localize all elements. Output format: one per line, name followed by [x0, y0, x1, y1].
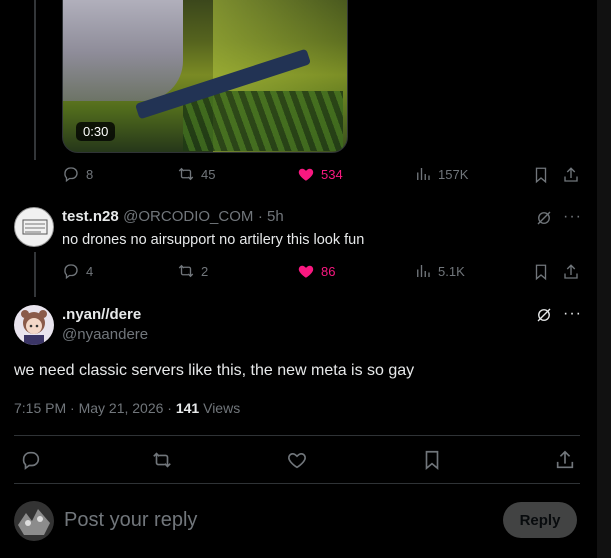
repost-action[interactable]: 45	[177, 165, 215, 183]
main-avatar-image	[21, 310, 47, 345]
reply-header: test.n28 @ORCODIO_COM · 5h	[62, 208, 284, 226]
more-icon[interactable]: ···	[563, 305, 582, 323]
reply-icon[interactable]	[20, 449, 42, 471]
repost-icon	[178, 264, 194, 278]
more-icon[interactable]: ···	[563, 208, 582, 226]
reply-action[interactable]: 4	[62, 262, 93, 280]
like-count: 86	[321, 263, 336, 279]
main-action-bar	[14, 448, 580, 472]
composer-avatar-image	[14, 501, 54, 541]
divider	[14, 483, 580, 484]
divider	[14, 435, 580, 436]
main-avatar[interactable]	[14, 305, 54, 345]
video-subject	[63, 0, 183, 101]
heart-icon[interactable]	[286, 449, 308, 471]
repost-action[interactable]: 2	[177, 262, 208, 280]
share-icon[interactable]	[554, 449, 576, 471]
bookmark-icon[interactable]	[532, 166, 550, 184]
views-icon	[417, 265, 430, 277]
video-duration: 0:30	[76, 122, 116, 141]
reply-button[interactable]: Reply	[503, 502, 577, 538]
reply-time[interactable]: · 5h	[258, 208, 284, 225]
main-display-name[interactable]: .nyan//dere	[62, 306, 141, 323]
reply-count: 4	[86, 263, 94, 279]
repost-icon	[178, 167, 194, 181]
main-handle[interactable]: @nyaandere	[62, 326, 148, 343]
thread-line-reply	[34, 252, 36, 297]
repost-icon[interactable]	[151, 449, 173, 471]
like-action[interactable]: 86	[297, 262, 335, 280]
reply-action-bar: 4 2 86 5.1K	[62, 262, 582, 282]
reply-handle[interactable]: @ORCODIO_COM	[123, 208, 253, 225]
reply-icon	[64, 167, 78, 183]
post-timestamp[interactable]: 7:15 PM · May 21, 2026 ·	[14, 400, 176, 416]
repost-count: 2	[201, 263, 209, 279]
reply-action[interactable]: 8	[62, 165, 93, 183]
top-post-action-bar: 8 45 534 157K	[62, 165, 582, 185]
bookmark-icon[interactable]	[421, 449, 443, 471]
share-icon[interactable]	[562, 166, 580, 184]
repost-count: 45	[201, 166, 216, 182]
bookmark-icon[interactable]	[532, 263, 550, 281]
views-number: 141	[175, 400, 200, 416]
like-count: 534	[321, 166, 343, 182]
heart-filled-icon	[298, 265, 314, 278]
main-post-text: we need classic servers like this, the n…	[14, 362, 415, 379]
reply-count: 8	[86, 166, 94, 182]
reply-avatar-image	[22, 219, 48, 235]
reply-display-name[interactable]: test.n28	[62, 208, 119, 225]
views-action[interactable]: 5.1K	[414, 262, 465, 280]
heart-filled-icon	[298, 168, 314, 181]
like-action[interactable]: 534	[297, 165, 343, 183]
grok-icon[interactable]	[535, 306, 553, 324]
reply-text: no drones no airsupport no artilery this…	[62, 232, 365, 248]
reply-icon	[64, 264, 78, 280]
post-meta: 7:15 PM · May 21, 2026 · 141 Views	[14, 400, 240, 416]
scrollbar-track[interactable]	[597, 0, 611, 558]
video-leaves	[183, 91, 343, 151]
views-count: 5.1K	[438, 263, 465, 279]
views-label: Views	[203, 400, 241, 416]
reply-avatar[interactable]	[14, 207, 54, 247]
share-icon[interactable]	[562, 263, 580, 281]
thread-line	[34, 0, 36, 160]
views-count: 157K	[438, 166, 469, 182]
composer-avatar[interactable]	[14, 501, 54, 541]
views-icon	[417, 168, 430, 180]
views-action[interactable]: 157K	[414, 165, 468, 183]
video-player[interactable]: 0:30	[62, 0, 348, 153]
reply-input[interactable]: Post your reply	[64, 509, 197, 532]
grok-icon[interactable]	[535, 209, 553, 227]
